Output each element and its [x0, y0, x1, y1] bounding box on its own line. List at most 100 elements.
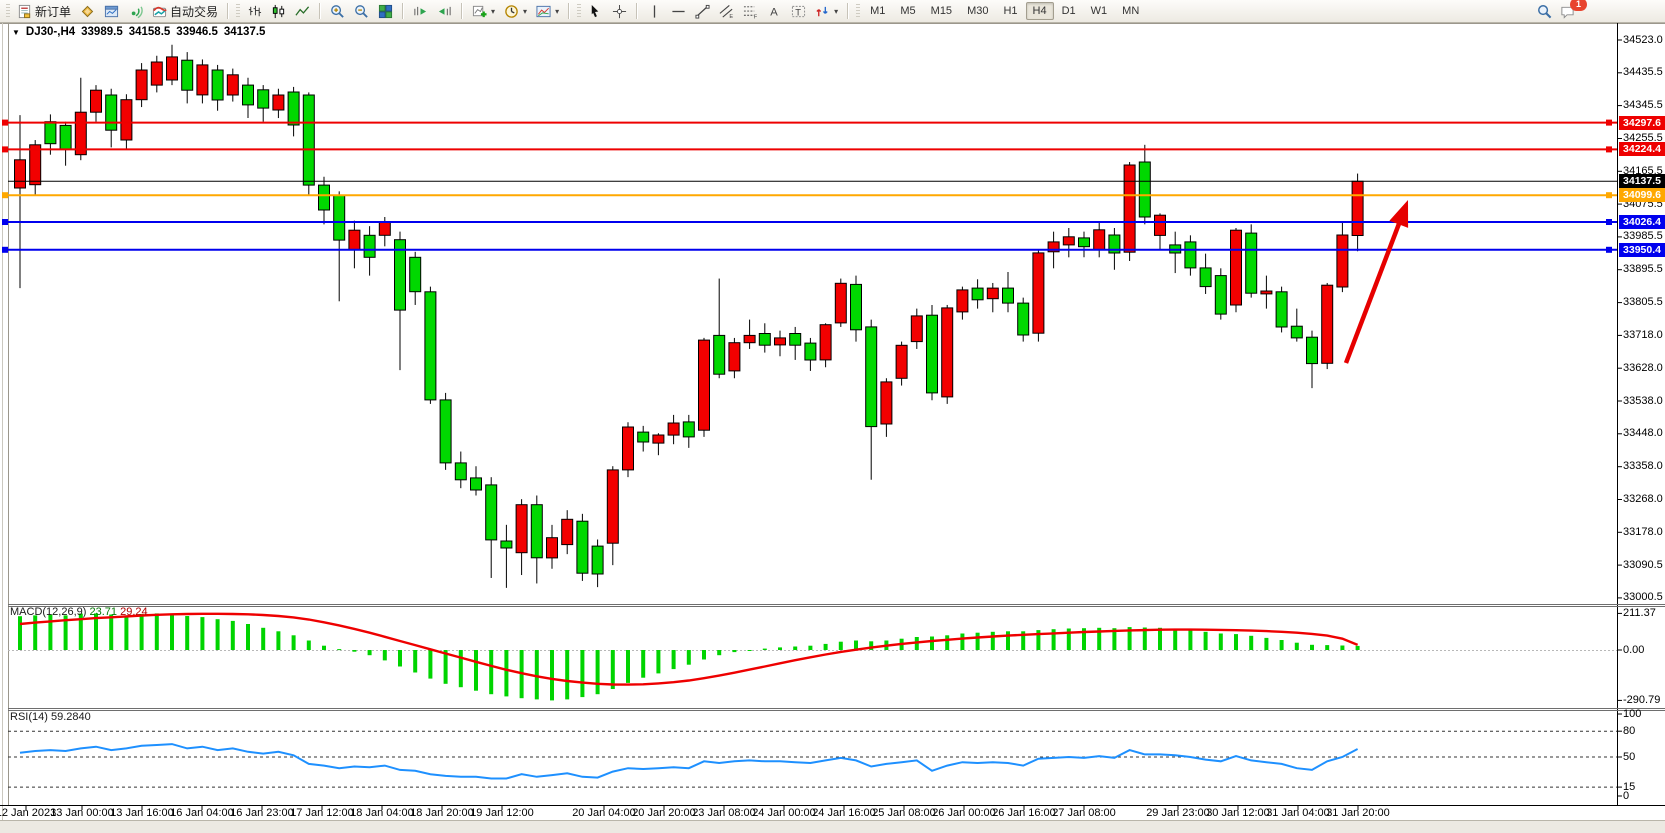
macd-histogram-bar	[231, 621, 235, 650]
price-axis-label: 33358.0	[1623, 460, 1663, 473]
price-tag: 34026.4	[1619, 215, 1665, 229]
auto-scroll-button[interactable]	[409, 2, 432, 21]
signals-button[interactable]	[124, 2, 147, 21]
indicators-button[interactable]: ▾	[468, 2, 499, 21]
candle	[106, 89, 117, 148]
fibonacci-button[interactable]: F	[739, 2, 762, 21]
macd-signal-line	[20, 614, 1358, 685]
line-handle[interactable]	[2, 192, 8, 198]
channel-icon: E	[719, 4, 734, 19]
candle	[1033, 250, 1044, 342]
trendline-icon	[695, 4, 710, 19]
candle	[516, 499, 527, 575]
candle	[547, 525, 558, 569]
zoom-in-button[interactable]	[326, 2, 349, 21]
timeframe-mn-button[interactable]: MN	[1115, 2, 1146, 20]
line-handle[interactable]	[1606, 192, 1612, 198]
line-handle[interactable]	[2, 120, 8, 126]
price-tag: 34224.4	[1619, 142, 1665, 156]
zoom-out-button[interactable]	[350, 2, 373, 21]
timeframe-m1-button[interactable]: M1	[863, 2, 892, 20]
candle	[623, 422, 634, 477]
templates-button[interactable]: ▾	[532, 2, 563, 21]
line-handle[interactable]	[2, 247, 8, 253]
price-axis-label: 33268.0	[1623, 493, 1663, 506]
candle	[243, 78, 254, 118]
chart-shift-button[interactable]	[433, 2, 456, 21]
macd-histogram-bar	[1295, 643, 1299, 650]
chart-dropdown-icon[interactable]: ▼	[12, 28, 20, 37]
horizontal-line-button[interactable]	[667, 2, 690, 21]
macd-histogram-bar	[717, 650, 721, 655]
candle	[1246, 224, 1257, 297]
crosshair-button[interactable]	[608, 2, 631, 21]
line-handle[interactable]	[1606, 146, 1612, 152]
macd-histogram-bar	[185, 616, 189, 650]
macd-histogram-bar	[398, 650, 402, 667]
macd-histogram-bar	[124, 615, 128, 650]
timeframe-m30-button[interactable]: M30	[960, 2, 995, 20]
text-button[interactable]: A	[763, 2, 786, 21]
toolbar-separator	[227, 3, 229, 19]
timeframe-w1-button[interactable]: W1	[1084, 2, 1115, 20]
tile-windows-button[interactable]	[374, 2, 397, 21]
toolbar-grip[interactable]	[856, 4, 860, 19]
candle	[531, 496, 542, 584]
trendline-button[interactable]	[691, 2, 714, 21]
vertical-line-button[interactable]	[643, 2, 666, 21]
price-tag: 34137.5	[1619, 174, 1665, 188]
macd-histogram-bar	[1249, 636, 1253, 650]
market-watch-button[interactable]	[76, 2, 99, 21]
auto-trading-button[interactable]: 自动交易	[148, 2, 222, 21]
level-line[interactable]	[2, 247, 1617, 253]
data-window-button[interactable]	[100, 2, 123, 21]
notification-badge[interactable]: 1	[1570, 0, 1587, 11]
line-handle[interactable]	[2, 146, 8, 152]
periods-button[interactable]: ▾	[500, 2, 531, 21]
macd-histogram-bar	[413, 650, 417, 673]
toolbar-grip[interactable]	[6, 4, 10, 19]
macd-histogram-bar	[1280, 640, 1284, 650]
rsi-axis-label: 50	[1623, 751, 1635, 764]
candle	[1170, 232, 1181, 273]
cursor-button[interactable]	[584, 2, 607, 21]
line-handle[interactable]	[2, 219, 8, 225]
candle	[334, 191, 345, 301]
bar-chart-button[interactable]	[243, 2, 266, 21]
timeframe-m15-button[interactable]: M15	[924, 2, 959, 20]
equidistant-channel-button[interactable]: E	[715, 2, 738, 21]
search-button[interactable]	[1533, 2, 1556, 21]
candlestick-chart-button[interactable]	[267, 2, 290, 21]
text-label-button[interactable]: T	[787, 2, 810, 21]
timeframe-h4-button[interactable]: H4	[1026, 2, 1054, 20]
chart-plot[interactable]	[0, 0, 1665, 832]
candle	[1063, 228, 1074, 257]
level-line[interactable]	[2, 146, 1617, 152]
line-handle[interactable]	[1606, 219, 1612, 225]
line-handle[interactable]	[1606, 120, 1612, 126]
price-tag: 33950.4	[1619, 243, 1665, 257]
macd-histogram-bar	[1173, 629, 1177, 650]
level-line[interactable]	[2, 192, 1617, 198]
rsi-axis-label: 100	[1623, 708, 1641, 721]
candle	[1352, 174, 1363, 252]
toolbar-grip[interactable]	[577, 4, 581, 19]
timeframe-d1-button[interactable]: D1	[1055, 2, 1083, 20]
candle	[714, 279, 725, 379]
timeframe-m5-button[interactable]: M5	[893, 2, 922, 20]
toolbar-grip[interactable]	[236, 4, 240, 19]
new-order-button[interactable]: 新订单	[13, 2, 75, 21]
cursor-icon	[588, 4, 603, 19]
timeframe-h1-button[interactable]: H1	[996, 2, 1024, 20]
level-line[interactable]	[2, 120, 1617, 126]
level-line[interactable]	[2, 219, 1617, 225]
candle	[775, 331, 786, 357]
arrows-button[interactable]: ▾	[811, 2, 842, 21]
market-watch-icon	[80, 4, 95, 19]
price-axis-label: 33090.5	[1623, 559, 1663, 572]
line-chart-button[interactable]	[291, 2, 314, 21]
signals-icon	[128, 4, 143, 19]
candle	[30, 140, 41, 195]
line-handle[interactable]	[1606, 247, 1612, 253]
macd-histogram-bar	[991, 632, 995, 650]
